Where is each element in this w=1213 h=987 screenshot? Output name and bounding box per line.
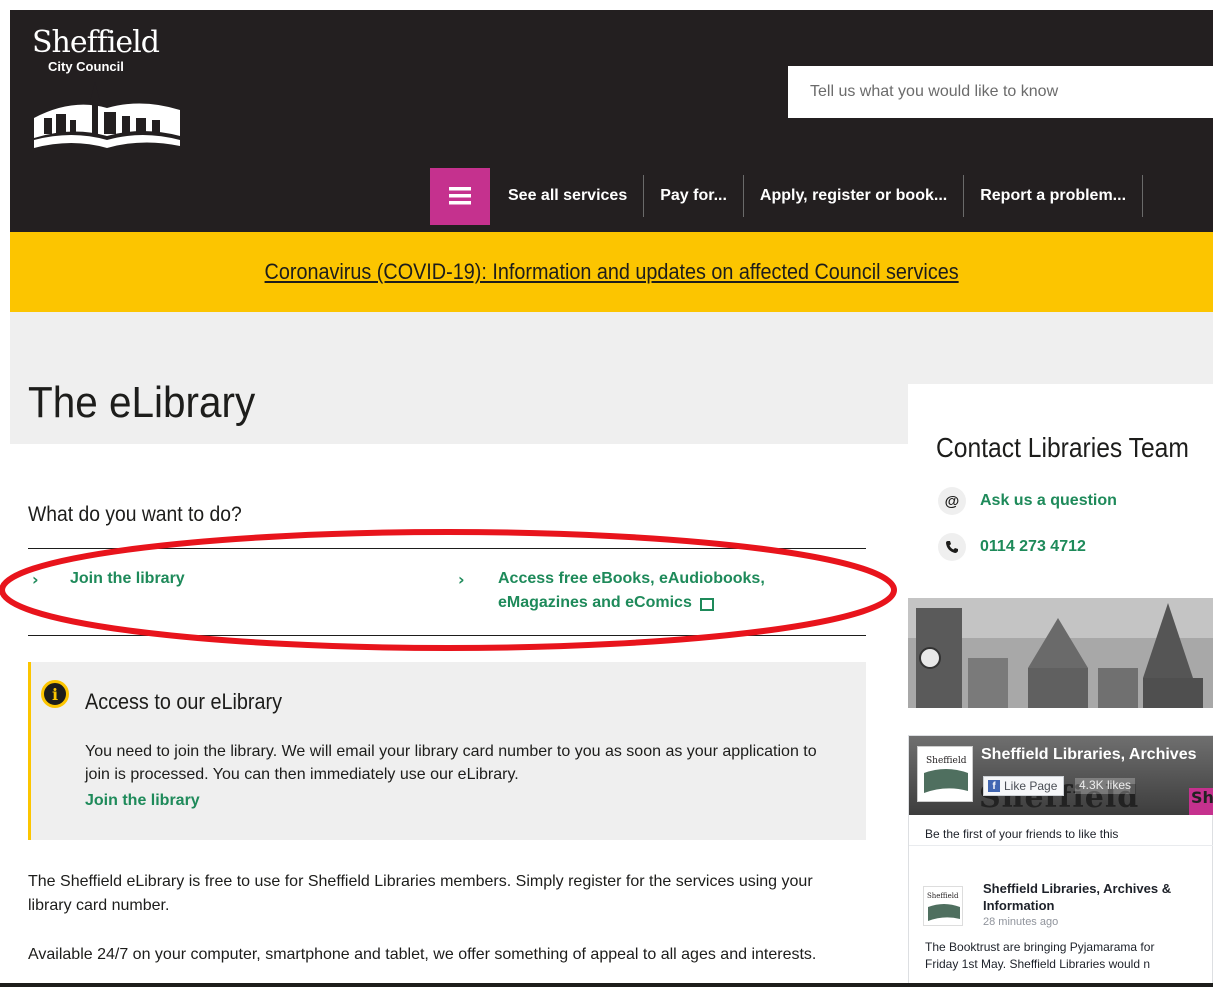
info-icon: i — [41, 680, 69, 708]
facebook-like-button[interactable]: f Like Page — [983, 776, 1065, 796]
task-access-ebooks[interactable]: Access free eBooks, eAudiobooks, eMagazi… — [498, 567, 765, 615]
covid-banner-link[interactable]: Coronavirus (COVID-19): Information and … — [264, 259, 958, 285]
search-input[interactable] — [788, 66, 1213, 118]
nav-see-all-services[interactable]: See all services — [490, 175, 645, 217]
chevron-right-icon: › — [458, 570, 465, 589]
body-paragraph-2: Available 24/7 on your computer, smartph… — [28, 946, 817, 963]
tasks-bottom-divider — [28, 635, 866, 636]
post-text-line1: The Booktrust are bringing Pyjamarama fo… — [925, 940, 1155, 954]
info-heading: Access to our eLibrary — [85, 689, 282, 714]
logo-title: Sheffield — [32, 25, 160, 60]
site-search[interactable] — [788, 66, 1213, 118]
hamburger-icon — [449, 187, 471, 205]
phone-number-link[interactable]: 0114 273 4712 — [980, 538, 1086, 556]
info-join-link[interactable]: Join the library — [85, 792, 200, 810]
task-access-line1: Access free eBooks, eAudiobooks, — [498, 570, 765, 587]
tasks-top-divider — [28, 548, 866, 549]
like-label: Like Page — [1004, 779, 1058, 793]
svg-text:Sheffield: Sheffield — [926, 756, 967, 766]
post-avatar[interactable]: Sheffield — [923, 886, 963, 926]
ask-question-link[interactable]: Ask us a question — [980, 492, 1117, 510]
contact-title: Contact Libraries Team — [936, 432, 1189, 463]
menu-button[interactable] — [430, 167, 490, 225]
task-access-line2: eMagazines and eComics — [498, 594, 692, 611]
body-paragraph-1: The Sheffield eLibrary is free to use fo… — [28, 873, 813, 914]
nav-pay-for[interactable]: Pay for... — [644, 175, 744, 217]
page-title: The eLibrary — [28, 378, 256, 427]
town-hall-image — [908, 598, 1213, 708]
nav-report-a-problem[interactable]: Report a problem... — [964, 175, 1144, 217]
info-body: You need to join the library. We will em… — [85, 743, 817, 783]
chevron-right-icon: › — [32, 570, 39, 589]
bottom-edge — [0, 983, 1213, 987]
facebook-page-name[interactable]: Sheffield Libraries, Archives — [981, 746, 1196, 764]
facebook-icon: f — [988, 780, 1000, 792]
post-text: The Booktrust are bringing Pyjamarama fo… — [925, 939, 1213, 973]
contact-phone[interactable]: 0114 273 4712 — [938, 533, 1086, 561]
logo-subtitle: City Council — [48, 59, 124, 74]
skyline-icon — [34, 82, 180, 148]
post-time[interactable]: 28 minutes ago — [983, 916, 1058, 928]
facebook-friends-text: Be the first of your friends to like thi… — [909, 822, 1213, 846]
sheffield-council-logo[interactable]: Sheffield City Council — [32, 26, 192, 156]
facebook-like-count: 4.3K likes — [1075, 778, 1136, 794]
tasks-heading: What do you want to do? — [28, 503, 242, 526]
external-link-icon — [699, 595, 716, 611]
nav-apply-register-book[interactable]: Apply, register or book... — [744, 175, 965, 217]
facebook-widget: Sheffield Sheffield Sheffield Libraries,… — [908, 735, 1213, 987]
contact-ask[interactable]: @ Ask us a question — [938, 487, 1117, 515]
phone-icon — [938, 533, 966, 561]
top-strip — [0, 0, 1213, 10]
at-icon: @ — [938, 487, 966, 515]
info-box: i Access to our eLibrary You need to joi… — [28, 662, 866, 840]
task-join-library[interactable]: Join the library — [70, 567, 185, 591]
facebook-page-avatar[interactable]: Sheffield — [917, 746, 973, 802]
post-author[interactable]: Sheffield Libraries, Archives & Informat… — [983, 880, 1213, 914]
main-nav: See all services Pay for... Apply, regis… — [430, 167, 1144, 225]
facebook-cover[interactable]: Sheffield Sheffield Sheffield Libraries,… — [909, 736, 1213, 815]
task-access-line2-wrap: eMagazines and eComics — [498, 591, 765, 615]
post-text-line2: Friday 1st May. Sheffield Libraries woul… — [925, 957, 1150, 971]
covid-banner: Coronavirus (COVID-19): Information and … — [10, 232, 1213, 312]
svg-text:Sheffield: Sheffield — [927, 892, 959, 900]
cover-badge: Sh — [1189, 788, 1213, 815]
